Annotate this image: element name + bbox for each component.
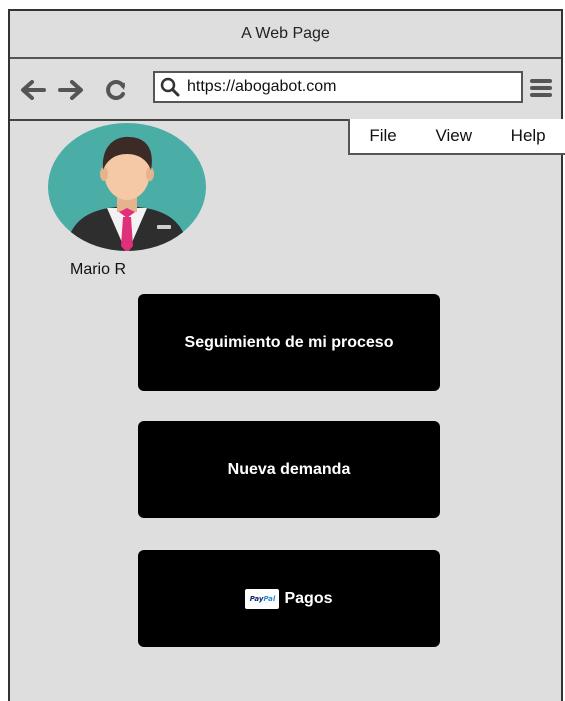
browser-window: A Web Page https://abogabot.com File Vie… (8, 9, 565, 701)
url-text: https://abogabot.com (187, 78, 337, 95)
paypal-icon: Pay Pal (245, 588, 280, 609)
pagos-label: Pagos (284, 589, 333, 607)
profile-name: Mario R (70, 261, 127, 278)
window-title: A Web Page (241, 25, 330, 42)
seguimiento-proceso-button[interactable]: Seguimiento de mi proceso (138, 294, 440, 391)
seguimiento-label: Seguimiento de mi proceso (184, 333, 394, 351)
menu-view[interactable]: View (435, 126, 472, 146)
avatar[interactable] (47, 122, 207, 252)
address-bar[interactable]: https://abogabot.com (153, 71, 523, 103)
menu-help[interactable]: Help (511, 126, 546, 146)
app-menubar: File View Help (348, 119, 565, 155)
hamburger-menu-icon[interactable] (527, 74, 555, 102)
menu-file[interactable]: File (369, 126, 396, 146)
reload-icon[interactable] (103, 77, 129, 103)
window-titlebar: A Web Page (10, 11, 561, 59)
forward-arrow-icon[interactable] (58, 77, 84, 103)
browser-toolbar: https://abogabot.com (10, 59, 561, 121)
pagos-button[interactable]: Pay Pal Pagos (138, 550, 440, 647)
nueva-demanda-button[interactable]: Nueva demanda (138, 421, 440, 518)
back-arrow-icon[interactable] (20, 77, 46, 103)
search-icon (155, 72, 185, 102)
nueva-demanda-label: Nueva demanda (227, 460, 351, 478)
